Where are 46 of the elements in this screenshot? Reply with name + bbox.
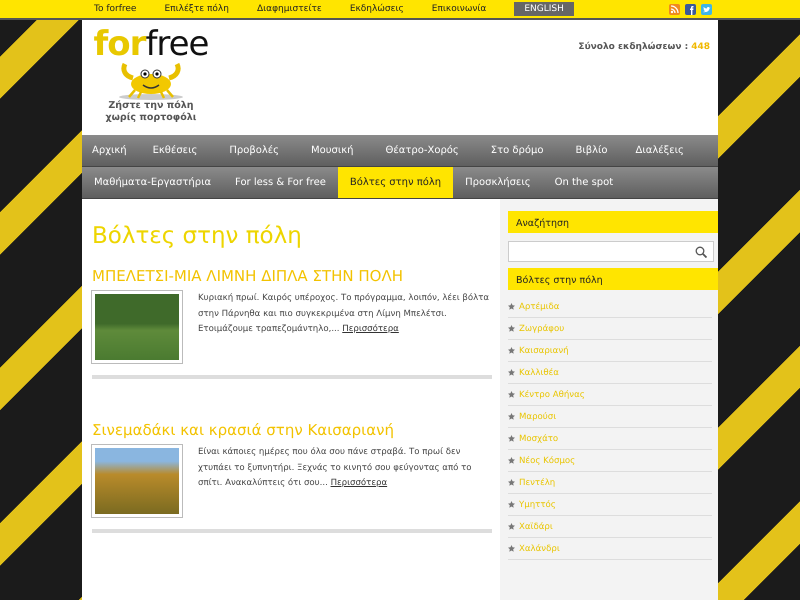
star-icon: [508, 303, 515, 310]
top-nav-link[interactable]: Επικοινωνία: [432, 4, 486, 14]
logo-text[interactable]: forfree: [94, 28, 208, 60]
top-nav-link[interactable]: To forfree: [94, 4, 136, 14]
event-total: Σύνολο εκδηλώσεων : 448: [578, 42, 710, 54]
star-icon: [508, 347, 515, 354]
top-nav-link[interactable]: Επιλέξτε πόλη: [164, 4, 229, 14]
category-tab[interactable]: Θέατρο-Χορός: [370, 135, 475, 166]
category-tab[interactable]: Αρχική: [82, 135, 137, 166]
star-icon: [508, 523, 515, 530]
top-nav-link[interactable]: Διαφημιστείτε: [256, 4, 322, 14]
category-tab[interactable]: Στο δρόμο: [474, 135, 560, 166]
read-more-link[interactable]: Περισσότερα: [330, 478, 388, 488]
category-tab[interactable]: Διαλέξεις: [624, 135, 696, 166]
page-title: Βόλτες στην πόλη: [92, 223, 303, 249]
category-tab[interactable]: Προσκλήσεις: [453, 167, 543, 198]
photo-placeholder[interactable]: [92, 291, 182, 363]
star-icon: [508, 501, 515, 508]
category-tab[interactable]: Βιβλίο: [560, 135, 624, 166]
top-nav-link[interactable]: Εκδηλώσεις: [350, 4, 404, 14]
category-tab[interactable]: Μουσική: [295, 135, 370, 166]
category-tab[interactable]: Μαθήματα-Εργαστήρια: [82, 167, 224, 198]
read-more-link[interactable]: Περισσότερα: [342, 324, 399, 334]
sidebar-heading: Βόλτες στην πόλη: [508, 268, 718, 290]
star-icon: [508, 325, 515, 332]
star-icon: [508, 369, 515, 376]
facebook-icon[interactable]: [685, 4, 696, 14]
search-field[interactable]: [508, 241, 714, 262]
star-icon: [508, 391, 515, 398]
star-icon: [508, 457, 515, 464]
tagline: Ζήστε την πόλη χωρίς πορτοφόλι: [106, 100, 196, 124]
star-icon: [508, 545, 515, 552]
category-tab[interactable]: On the spot: [542, 167, 626, 198]
article-excerpt: Είναι κάποιες ημέρες που όλα σου πάνε στραβά. Το πρωί δεν χτυπάει το ξυπνητήρι. Ξεχνάς το κινητό σου φεύγοντας από το σπίτι. Ανακαλύπτεις ότι σου... Περισσότερα: [198, 446, 473, 490]
category-tab[interactable]: For less & For free: [223, 167, 338, 198]
search-icon[interactable]: [695, 246, 707, 258]
category-tab[interactable]: Εκθέσεις: [136, 135, 214, 166]
star-icon: [508, 435, 515, 442]
star-icon: [508, 479, 515, 486]
sidebar-heading: Αναζήτηση: [508, 211, 718, 233]
star-icon: [508, 413, 515, 420]
category-tab[interactable]: Βόλτες στην πόλη: [338, 167, 454, 198]
category-tab[interactable]: Προβολές: [213, 135, 296, 166]
language-button[interactable]: ENGLISH: [514, 2, 574, 16]
photo-placeholder[interactable]: [92, 445, 182, 517]
article-excerpt: Κυριακή πρωί. Καιρός υπέροχος. Το πρόγραμμα, λοιπόν, λέει βόλτα στην Πάρνηθα και πιο συγκεκριμένα στη Λίμνη Μπελέτσι. Ετοιμάζουμε τραπεζομάντηλο,... Περισσότερα: [198, 292, 490, 336]
